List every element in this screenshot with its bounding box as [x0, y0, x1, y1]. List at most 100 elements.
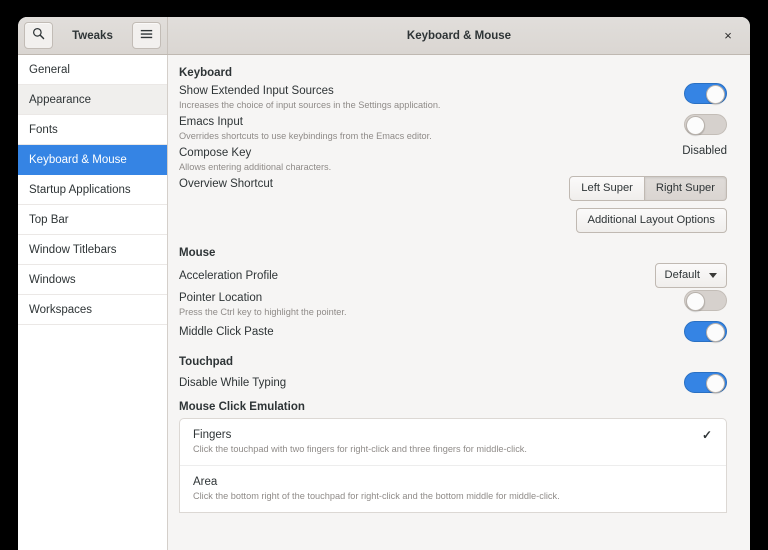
row-text: Overview Shortcut: [179, 176, 557, 192]
header-bar-content-section: Keyboard & Mouse ×: [168, 17, 750, 54]
main-menu-button[interactable]: [132, 22, 161, 49]
row-label: Acceleration Profile: [179, 269, 279, 282]
search-icon: [32, 27, 45, 45]
row-additional-layout-options: Additional Layout Options: [179, 207, 727, 234]
sidebar-item-label: Workspaces: [29, 303, 93, 316]
header-bar-sidebar-section: Tweaks: [18, 17, 168, 54]
row-label: Middle Click Paste: [179, 325, 274, 338]
sidebar-item-startup-applications[interactable]: Startup Applications: [18, 175, 167, 205]
list-item-text: Area Click the bottom right of the touch…: [193, 475, 560, 503]
app-title: Tweaks: [72, 29, 113, 42]
row-text: Acceleration Profile: [179, 268, 643, 284]
sidebar-item-general[interactable]: General: [18, 55, 167, 85]
acceleration-profile-value: Default: [664, 269, 700, 281]
list-item-fingers[interactable]: Fingers Click the touchpad with two fing…: [180, 419, 726, 466]
overview-shortcut-segmented-control: Left Super Right Super: [569, 176, 727, 201]
row-text: Disable While Typing: [179, 375, 672, 391]
settings-content: Keyboard Show Extended Input Sources Inc…: [168, 55, 750, 550]
row-text: Middle Click Paste: [179, 324, 672, 340]
tweaks-window: Tweaks Keyboard & Mouse × General Appear…: [18, 17, 750, 550]
row-description: Press the Ctrl key to highlight the poin…: [179, 307, 347, 317]
row-description: Increases the choice of input sources in…: [179, 100, 441, 110]
row-control: [684, 114, 727, 135]
list-item-area[interactable]: Area Click the bottom right of the touch…: [180, 466, 726, 512]
header-bar: Tweaks Keyboard & Mouse ×: [18, 17, 750, 55]
middle-click-paste-toggle[interactable]: [684, 321, 727, 342]
sidebar-item-appearance[interactable]: Appearance: [18, 85, 167, 115]
overview-shortcut-right-super-button[interactable]: Right Super: [644, 176, 727, 201]
sidebar-item-label: Appearance: [29, 93, 92, 106]
row-label: Pointer Location: [179, 292, 263, 304]
row-control: Disabled: [682, 145, 727, 157]
sidebar-item-label: Windows: [29, 273, 76, 286]
keyboard-section: Keyboard Show Extended Input Sources Inc…: [179, 67, 727, 234]
sidebar: General Appearance Fonts Keyboard & Mous…: [18, 55, 168, 550]
row-description: Overrides shortcuts to use keybindings f…: [179, 131, 432, 141]
row-text: Compose Key Allows entering additional c…: [179, 145, 670, 174]
sidebar-item-top-bar[interactable]: Top Bar: [18, 205, 167, 235]
compose-key-value[interactable]: Disabled: [682, 145, 727, 157]
search-button[interactable]: [24, 22, 53, 49]
mouse-section-title: Mouse: [179, 247, 216, 259]
sidebar-item-label: Keyboard & Mouse: [29, 153, 127, 166]
page-title: Keyboard & Mouse: [406, 29, 512, 42]
list-item-text: Fingers Click the touchpad with two fing…: [193, 428, 527, 456]
sidebar-item-windows[interactable]: Windows: [18, 265, 167, 295]
row-compose-key: Compose Key Allows entering additional c…: [179, 144, 727, 175]
row-overview-shortcut: Overview Shortcut Left Super Right Super: [179, 175, 727, 202]
sidebar-item-keyboard-and-mouse[interactable]: Keyboard & Mouse: [18, 145, 167, 175]
sidebar-item-label: Startup Applications: [29, 183, 131, 196]
list-item-description: Click the touchpad with two fingers for …: [193, 444, 527, 454]
keyboard-section-title: Keyboard: [179, 67, 233, 79]
row-text: Pointer Location Press the Ctrl key to h…: [179, 290, 672, 319]
row-label: Overview Shortcut: [179, 178, 273, 190]
sidebar-item-label: Fonts: [29, 123, 58, 136]
sidebar-item-fonts[interactable]: Fonts: [18, 115, 167, 145]
row-label: Disable While Typing: [179, 376, 287, 389]
list-item-title: Fingers: [193, 429, 232, 441]
overview-shortcut-left-super-button[interactable]: Left Super: [569, 176, 645, 201]
list-item-title: Area: [193, 476, 218, 488]
sidebar-item-label: General: [29, 63, 70, 76]
chevron-down-icon: [709, 273, 717, 278]
row-control: Default: [654, 263, 727, 288]
row-emacs-input: Emacs Input Overrides shortcuts to use k…: [179, 113, 727, 144]
row-middle-click-paste: Middle Click Paste: [179, 320, 727, 343]
disable-while-typing-toggle[interactable]: [684, 372, 727, 393]
row-control: [684, 83, 727, 104]
sidebar-item-window-titlebars[interactable]: Window Titlebars: [18, 235, 167, 265]
acceleration-profile-dropdown[interactable]: Default: [654, 263, 727, 288]
toggle-knob: [706, 85, 725, 104]
touchpad-section: Touchpad Disable While Typing Mouse Clic…: [179, 356, 727, 513]
touchpad-section-title: Touchpad: [179, 356, 234, 368]
row-disable-while-typing: Disable While Typing: [179, 371, 727, 394]
row-control: [684, 290, 727, 311]
row-control: Left Super Right Super: [569, 176, 727, 201]
toggle-knob: [686, 292, 705, 311]
toggle-knob: [706, 323, 725, 342]
row-label: Emacs Input: [179, 116, 243, 128]
pointer-location-toggle[interactable]: [684, 290, 727, 311]
emacs-input-toggle[interactable]: [684, 114, 727, 135]
mouse-click-emulation-list: Fingers Click the touchpad with two fing…: [179, 418, 727, 513]
row-control: [684, 372, 727, 393]
row-label: Compose Key: [179, 147, 252, 159]
sidebar-item-label: Top Bar: [29, 213, 69, 226]
row-description: Allows entering additional characters.: [179, 162, 332, 172]
window-body: General Appearance Fonts Keyboard & Mous…: [18, 55, 750, 550]
row-label: Show Extended Input Sources: [179, 85, 334, 97]
row-text: Emacs Input Overrides shortcuts to use k…: [179, 114, 672, 143]
row-pointer-location: Pointer Location Press the Ctrl key to h…: [179, 289, 727, 320]
show-extended-input-sources-toggle[interactable]: [684, 83, 727, 104]
row-control: [684, 321, 727, 342]
close-window-button[interactable]: ×: [718, 26, 738, 46]
toggle-knob: [706, 374, 725, 393]
list-item-description: Click the bottom right of the touchpad f…: [193, 491, 560, 501]
toggle-knob: [686, 116, 705, 135]
sidebar-item-workspaces[interactable]: Workspaces: [18, 295, 167, 325]
hamburger-menu-icon: [140, 27, 153, 45]
additional-layout-options-button[interactable]: Additional Layout Options: [575, 208, 727, 233]
row-acceleration-profile: Acceleration Profile Default: [179, 262, 727, 289]
mouse-section: Mouse Acceleration Profile Default Point…: [179, 247, 727, 343]
row-text: Show Extended Input Sources Increases th…: [179, 83, 672, 112]
